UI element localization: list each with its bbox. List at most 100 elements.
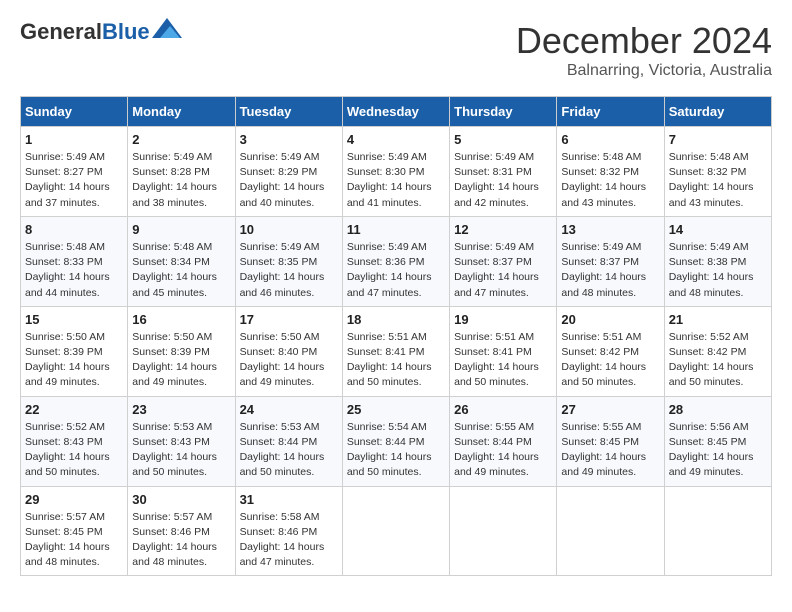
- table-row: 6 Sunrise: 5:48 AMSunset: 8:32 PMDayligh…: [557, 127, 664, 217]
- day-info: Sunrise: 5:49 AMSunset: 8:37 PMDaylight:…: [561, 241, 646, 299]
- day-info: Sunrise: 5:57 AMSunset: 8:45 PMDaylight:…: [25, 511, 110, 569]
- table-row: 14 Sunrise: 5:49 AMSunset: 8:38 PMDaylig…: [664, 216, 771, 306]
- day-number: 15: [25, 312, 123, 327]
- calendar-table: Sunday Monday Tuesday Wednesday Thursday…: [20, 96, 772, 576]
- day-number: 4: [347, 132, 445, 147]
- col-thursday: Thursday: [450, 97, 557, 127]
- location-subtitle: Balnarring, Victoria, Australia: [516, 62, 772, 80]
- table-row: 27 Sunrise: 5:55 AMSunset: 8:45 PMDaylig…: [557, 396, 664, 486]
- day-number: 29: [25, 492, 123, 507]
- table-row: [557, 486, 664, 576]
- table-row: 29 Sunrise: 5:57 AMSunset: 8:45 PMDaylig…: [21, 486, 128, 576]
- day-info: Sunrise: 5:49 AMSunset: 8:28 PMDaylight:…: [132, 151, 217, 209]
- day-number: 31: [240, 492, 338, 507]
- calendar-header: Sunday Monday Tuesday Wednesday Thursday…: [21, 97, 772, 127]
- day-info: Sunrise: 5:49 AMSunset: 8:38 PMDaylight:…: [669, 241, 754, 299]
- table-row: 30 Sunrise: 5:57 AMSunset: 8:46 PMDaylig…: [128, 486, 235, 576]
- table-row: 13 Sunrise: 5:49 AMSunset: 8:37 PMDaylig…: [557, 216, 664, 306]
- day-info: Sunrise: 5:57 AMSunset: 8:46 PMDaylight:…: [132, 511, 217, 569]
- logo: GeneralBlue: [20, 20, 182, 44]
- day-number: 3: [240, 132, 338, 147]
- day-info: Sunrise: 5:51 AMSunset: 8:41 PMDaylight:…: [454, 331, 539, 389]
- day-number: 22: [25, 402, 123, 417]
- col-tuesday: Tuesday: [235, 97, 342, 127]
- table-row: 21 Sunrise: 5:52 AMSunset: 8:42 PMDaylig…: [664, 306, 771, 396]
- col-monday: Monday: [128, 97, 235, 127]
- table-row: [450, 486, 557, 576]
- day-number: 17: [240, 312, 338, 327]
- page-header: GeneralBlue December 2024 Balnarring, Vi…: [20, 20, 772, 80]
- day-info: Sunrise: 5:50 AMSunset: 8:39 PMDaylight:…: [132, 331, 217, 389]
- table-row: [664, 486, 771, 576]
- table-row: 4 Sunrise: 5:49 AMSunset: 8:30 PMDayligh…: [342, 127, 449, 217]
- table-row: 23 Sunrise: 5:53 AMSunset: 8:43 PMDaylig…: [128, 396, 235, 486]
- table-row: 8 Sunrise: 5:48 AMSunset: 8:33 PMDayligh…: [21, 216, 128, 306]
- table-row: [342, 486, 449, 576]
- day-number: 25: [347, 402, 445, 417]
- day-number: 12: [454, 222, 552, 237]
- table-row: 17 Sunrise: 5:50 AMSunset: 8:40 PMDaylig…: [235, 306, 342, 396]
- table-row: 15 Sunrise: 5:50 AMSunset: 8:39 PMDaylig…: [21, 306, 128, 396]
- table-row: 19 Sunrise: 5:51 AMSunset: 8:41 PMDaylig…: [450, 306, 557, 396]
- table-row: 18 Sunrise: 5:51 AMSunset: 8:41 PMDaylig…: [342, 306, 449, 396]
- day-info: Sunrise: 5:49 AMSunset: 8:27 PMDaylight:…: [25, 151, 110, 209]
- table-row: 5 Sunrise: 5:49 AMSunset: 8:31 PMDayligh…: [450, 127, 557, 217]
- table-row: 11 Sunrise: 5:49 AMSunset: 8:36 PMDaylig…: [342, 216, 449, 306]
- table-row: 3 Sunrise: 5:49 AMSunset: 8:29 PMDayligh…: [235, 127, 342, 217]
- table-row: 16 Sunrise: 5:50 AMSunset: 8:39 PMDaylig…: [128, 306, 235, 396]
- day-number: 23: [132, 402, 230, 417]
- day-number: 10: [240, 222, 338, 237]
- day-number: 16: [132, 312, 230, 327]
- day-info: Sunrise: 5:52 AMSunset: 8:43 PMDaylight:…: [25, 421, 110, 479]
- day-number: 26: [454, 402, 552, 417]
- day-info: Sunrise: 5:49 AMSunset: 8:36 PMDaylight:…: [347, 241, 432, 299]
- day-info: Sunrise: 5:49 AMSunset: 8:37 PMDaylight:…: [454, 241, 539, 299]
- table-row: 26 Sunrise: 5:55 AMSunset: 8:44 PMDaylig…: [450, 396, 557, 486]
- day-number: 28: [669, 402, 767, 417]
- day-info: Sunrise: 5:51 AMSunset: 8:42 PMDaylight:…: [561, 331, 646, 389]
- day-number: 6: [561, 132, 659, 147]
- day-number: 19: [454, 312, 552, 327]
- day-number: 18: [347, 312, 445, 327]
- day-info: Sunrise: 5:58 AMSunset: 8:46 PMDaylight:…: [240, 511, 325, 569]
- day-number: 21: [669, 312, 767, 327]
- calendar-body: 1 Sunrise: 5:49 AMSunset: 8:27 PMDayligh…: [21, 127, 772, 576]
- day-info: Sunrise: 5:48 AMSunset: 8:32 PMDaylight:…: [561, 151, 646, 209]
- day-info: Sunrise: 5:48 AMSunset: 8:34 PMDaylight:…: [132, 241, 217, 299]
- logo-icon: [152, 18, 182, 42]
- table-row: 28 Sunrise: 5:56 AMSunset: 8:45 PMDaylig…: [664, 396, 771, 486]
- calendar-week-row: 8 Sunrise: 5:48 AMSunset: 8:33 PMDayligh…: [21, 216, 772, 306]
- table-row: 22 Sunrise: 5:52 AMSunset: 8:43 PMDaylig…: [21, 396, 128, 486]
- table-row: 2 Sunrise: 5:49 AMSunset: 8:28 PMDayligh…: [128, 127, 235, 217]
- table-row: 24 Sunrise: 5:53 AMSunset: 8:44 PMDaylig…: [235, 396, 342, 486]
- day-info: Sunrise: 5:49 AMSunset: 8:31 PMDaylight:…: [454, 151, 539, 209]
- table-row: 12 Sunrise: 5:49 AMSunset: 8:37 PMDaylig…: [450, 216, 557, 306]
- day-info: Sunrise: 5:55 AMSunset: 8:44 PMDaylight:…: [454, 421, 539, 479]
- table-row: 20 Sunrise: 5:51 AMSunset: 8:42 PMDaylig…: [557, 306, 664, 396]
- day-info: Sunrise: 5:56 AMSunset: 8:45 PMDaylight:…: [669, 421, 754, 479]
- day-number: 7: [669, 132, 767, 147]
- logo-text: GeneralBlue: [20, 20, 150, 44]
- day-info: Sunrise: 5:55 AMSunset: 8:45 PMDaylight:…: [561, 421, 646, 479]
- day-number: 27: [561, 402, 659, 417]
- day-info: Sunrise: 5:48 AMSunset: 8:32 PMDaylight:…: [669, 151, 754, 209]
- day-info: Sunrise: 5:52 AMSunset: 8:42 PMDaylight:…: [669, 331, 754, 389]
- calendar-week-row: 15 Sunrise: 5:50 AMSunset: 8:39 PMDaylig…: [21, 306, 772, 396]
- table-row: 25 Sunrise: 5:54 AMSunset: 8:44 PMDaylig…: [342, 396, 449, 486]
- day-info: Sunrise: 5:50 AMSunset: 8:39 PMDaylight:…: [25, 331, 110, 389]
- col-friday: Friday: [557, 97, 664, 127]
- day-info: Sunrise: 5:49 AMSunset: 8:29 PMDaylight:…: [240, 151, 325, 209]
- col-wednesday: Wednesday: [342, 97, 449, 127]
- calendar-week-row: 22 Sunrise: 5:52 AMSunset: 8:43 PMDaylig…: [21, 396, 772, 486]
- day-info: Sunrise: 5:49 AMSunset: 8:35 PMDaylight:…: [240, 241, 325, 299]
- title-block: December 2024 Balnarring, Victoria, Aust…: [516, 20, 772, 80]
- table-row: 7 Sunrise: 5:48 AMSunset: 8:32 PMDayligh…: [664, 127, 771, 217]
- day-number: 24: [240, 402, 338, 417]
- day-number: 9: [132, 222, 230, 237]
- day-number: 8: [25, 222, 123, 237]
- day-number: 13: [561, 222, 659, 237]
- col-sunday: Sunday: [21, 97, 128, 127]
- day-number: 1: [25, 132, 123, 147]
- day-number: 30: [132, 492, 230, 507]
- col-saturday: Saturday: [664, 97, 771, 127]
